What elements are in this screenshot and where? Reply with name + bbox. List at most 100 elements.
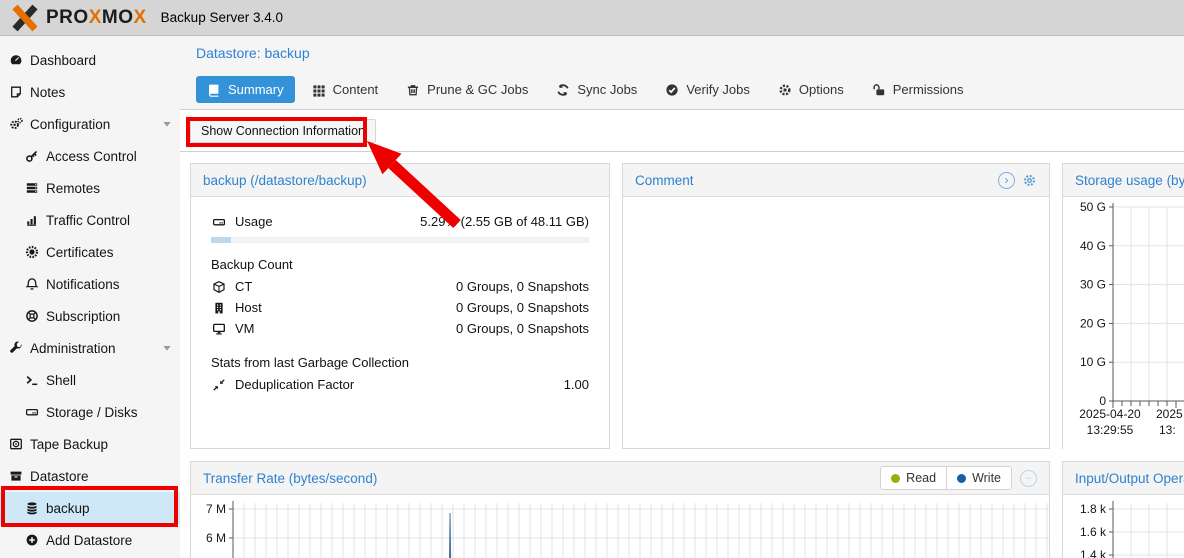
wordmark-segment: X [133,7,146,29]
collapse-circle-icon[interactable]: – [1020,470,1037,487]
tab-permissions[interactable]: Permissions [861,76,975,103]
tab-label: Summary [228,82,284,97]
transfer-rate-chart: 7 M6 M5 M [191,495,1049,558]
unlock-icon [872,83,886,97]
toolbar: Show Connection Information [180,110,1184,152]
tab-label: Content [333,82,379,97]
sidebar-item-label: Notes [30,85,65,100]
book-icon [207,83,221,97]
certificate-icon [24,244,40,260]
sidebar-item-notes[interactable]: Notes [0,76,180,108]
svg-text:2025-04-20: 2025-04-20 [1079,407,1141,421]
transfer-rate-title: Transfer Rate (bytes/second) [203,471,377,486]
show-connection-information-button[interactable]: Show Connection Information [190,119,376,143]
sidebar-item-notifications[interactable]: Notifications [0,268,180,300]
storage-usage-chart: 50 G40 G30 G20 G10 G02025-04-2013:29:552… [1063,197,1184,452]
app-header: PROXMOX Backup Server 3.4.0 [0,0,1184,36]
stat-label: CT [235,279,252,294]
stat-value: 0 Groups, 0 Snapshots [456,300,589,315]
sidebar-item-shell[interactable]: Shell [0,364,180,396]
stat-value: 0 Groups, 0 Snapshots [456,279,589,294]
terminal-icon [24,372,40,388]
legend-item-read[interactable]: Read [881,467,946,489]
storage-usage-panel: Storage usage (bytes) 50 G40 G30 G20 G10… [1062,163,1184,449]
comment-panel-body[interactable] [623,197,1049,448]
svg-text:10 G: 10 G [1080,355,1106,369]
sidebar-item-access-control[interactable]: Access Control [0,140,180,172]
chevron-down-icon[interactable] [162,119,172,129]
stat-label: VM [235,321,255,336]
gear-tool-icon[interactable] [1022,173,1037,188]
grid-icon [312,83,326,97]
sidebar-item-remotes[interactable]: Remotes [0,172,180,204]
comment-panel-header: Comment › [623,164,1049,197]
sidebar-item-traffic-control[interactable]: Traffic Control [0,204,180,236]
tab-label: Permissions [893,82,964,97]
plus-icon [24,532,40,548]
svg-text:7 M: 7 M [206,502,226,516]
tab-content[interactable]: Content [301,76,390,103]
sidebar-item-label: Remotes [46,181,100,196]
hdd-icon [24,404,40,420]
stat-label: Deduplication Factor [235,377,354,392]
sidebar-item-add-datastore[interactable]: Add Datastore [0,524,180,556]
usage-row: Usage 5.29% (2.55 GB of 48.11 GB) [211,211,589,232]
storage-usage-title: Storage usage (bytes) [1063,164,1184,197]
sidebar-item-label: Configuration [30,117,110,132]
tab-label: Prune & GC Jobs [427,82,528,97]
tab-bar: Summary Content Prune & GC Jobs Sync JobsVe… [180,70,1184,110]
comment-panel-title: Comment [635,173,694,188]
gears-icon [8,116,24,132]
bell-icon [24,276,40,292]
svg-text:1.4 k: 1.4 k [1080,548,1107,558]
trash-icon [406,83,420,97]
database-icon [24,500,40,516]
sidebar: Dashboard Notes Configuration Access Contro… [0,36,180,558]
write-series-dot-icon [957,474,966,483]
stat-row-host: Host0 Groups, 0 Snapshots [211,297,589,318]
sidebar-item-certificates[interactable]: Certificates [0,236,180,268]
cube-icon [211,279,227,295]
sidebar-item-administration[interactable]: Administration [0,332,180,364]
svg-text:13:: 13: [1159,423,1176,437]
proxmox-logo-icon [10,4,40,32]
check-circle-icon [665,83,679,97]
chevron-down-icon[interactable] [162,343,172,353]
sidebar-item-datastore[interactable]: Datastore [0,460,180,492]
tab-options[interactable]: Options [767,76,855,103]
sidebar-item-storage-disks[interactable]: Storage / Disks [0,396,180,428]
transfer-rate-panel: Transfer Rate (bytes/second) Read Write –… [190,461,1050,558]
tab-prune-gc-jobs[interactable]: Prune & GC Jobs [395,76,539,103]
proxmox-wordmark: PROXMOX [46,7,147,29]
tab-verify-jobs[interactable]: Verify Jobs [654,76,761,103]
page-title: Datastore: backup [180,36,1184,70]
tab-sync-jobs[interactable]: Sync Jobs [545,76,648,103]
svg-text:40 G: 40 G [1080,239,1106,253]
legend-label: Write [972,471,1001,485]
sidebar-item-backup[interactable]: backup [0,492,180,524]
sidebar-item-label: Administration [30,341,116,356]
sidebar-item-configuration[interactable]: Configuration [0,108,180,140]
sidebar-item-label: Notifications [46,277,120,292]
tab-summary[interactable]: Summary [196,76,295,103]
stat-value: 1.00 [564,377,589,392]
sidebar-item-label: Shell [46,373,76,388]
usage-progress-fill [211,237,231,243]
svg-text:13:29:55: 13:29:55 [1087,423,1134,437]
traffic-icon [24,212,40,228]
sidebar-item-label: Add Datastore [46,533,132,548]
sidebar-item-dashboard[interactable]: Dashboard [0,44,180,76]
notes-icon [8,84,24,100]
datastore-summary-panel: backup (/datastore/backup) Usage 5.29% (… [190,163,610,449]
sidebar-item-tape-backup[interactable]: Tape Backup [0,428,180,460]
svg-text:0: 0 [1099,394,1106,408]
datastore-panel-body: Usage 5.29% (2.55 GB of 48.11 GB) Backup… [191,197,609,395]
sidebar-item-label: Tape Backup [30,437,108,452]
sidebar-item-subscription[interactable]: Subscription [0,300,180,332]
iops-panel: Input/Output Operations per Second (IOPS… [1062,461,1184,558]
comment-panel-tools: › [998,172,1037,189]
datastore-panel-title: backup (/datastore/backup) [191,164,609,197]
legend-item-write[interactable]: Write [946,467,1011,489]
expand-circle-icon[interactable]: › [998,172,1015,189]
tape-icon [8,436,24,452]
